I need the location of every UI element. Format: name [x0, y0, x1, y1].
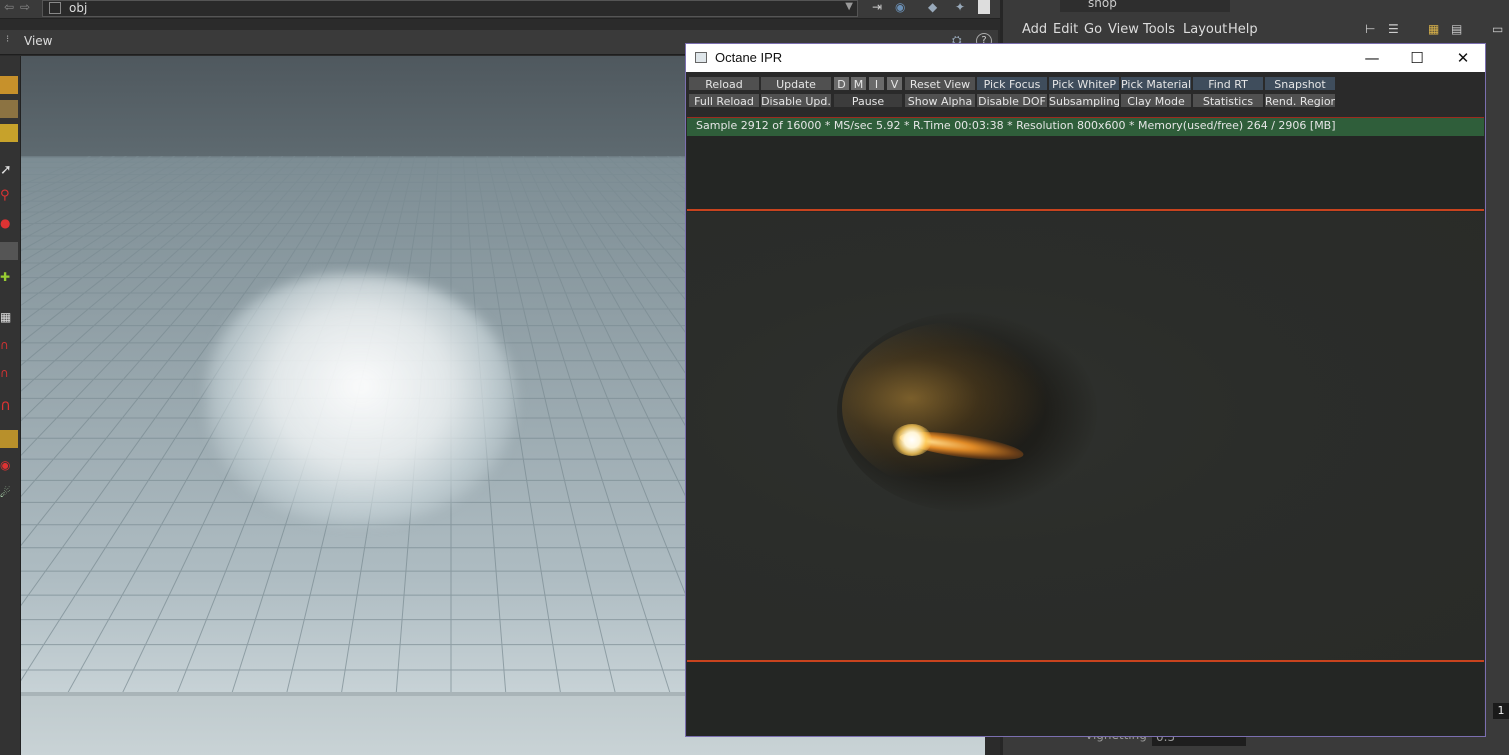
menu-view[interactable]: View [1108, 22, 1139, 37]
spark-particles [842, 322, 1072, 492]
maximize-button[interactable]: ☐ [1395, 46, 1439, 70]
octane-title: Octane IPR [715, 50, 783, 65]
disable-update-button[interactable]: Disable Upd. [760, 93, 832, 108]
mode-i-button[interactable]: I [868, 76, 885, 91]
render-status-bar: Sample 2912 of 16000 * MS/sec 5.92 * R.T… [687, 117, 1484, 136]
octane-titlebar[interactable]: Octane IPR — ☐ ✕ [686, 44, 1485, 72]
rotate-tool-icon[interactable] [0, 242, 18, 260]
statistics-button[interactable]: Statistics [1192, 93, 1264, 108]
list-view-icon[interactable]: ☰ [1388, 22, 1399, 36]
forward-arrow-icon[interactable]: ⇨ [20, 0, 30, 14]
octane-toolbar: Reload Update D M I V Reset View Pick Fo… [686, 72, 1485, 114]
render-viewport[interactable] [687, 136, 1484, 736]
subsampling-button[interactable]: Subsampling [1048, 93, 1120, 108]
bend-tool-icon[interactable]: ∩ [0, 366, 18, 384]
find-rt-button[interactable]: Find RT [1192, 76, 1264, 91]
snapshot-button[interactable]: Snapshot [1264, 76, 1336, 91]
mode-d-button[interactable]: D [833, 76, 850, 91]
update-button[interactable]: Update [760, 76, 832, 91]
path-label: shop [1088, 0, 1117, 10]
show-alpha-button[interactable]: Show Alpha [904, 93, 976, 108]
render-region-button[interactable]: Rend. Region [1264, 93, 1336, 108]
back-arrow-icon[interactable]: ⇦ [4, 0, 14, 14]
network-menubar: Add Edit Go View Tools Layout Help ⊢ ☰ ▦… [1010, 19, 1509, 43]
mode-m-button[interactable]: M [850, 76, 867, 91]
volume-cloud [206, 274, 516, 524]
handle-tool-icon[interactable] [0, 76, 18, 94]
magnet-tool-icon[interactable]: ∩ [0, 396, 18, 414]
reload-button[interactable]: Reload [688, 76, 760, 91]
magnify-tool-icon[interactable]: ⚲ [0, 188, 18, 206]
octane-ipr-window: Octane IPR — ☐ ✕ Reload Update D M I V R… [685, 43, 1486, 737]
select-tool-icon[interactable]: ➚ [0, 162, 18, 180]
scale-tool-icon[interactable] [0, 124, 18, 142]
network-icon [49, 2, 61, 14]
detail-view-icon[interactable]: ▤ [1451, 22, 1462, 36]
camera-icon[interactable]: ◉ [895, 0, 905, 14]
pick-material-button[interactable]: Pick Material [1120, 76, 1192, 91]
view-menu-icon[interactable]: ⁝ [6, 34, 9, 45]
region-top-line [687, 209, 1484, 211]
display-icon[interactable] [978, 0, 990, 14]
clay-mode-button[interactable]: Clay Mode [1120, 93, 1192, 108]
pin-icon[interactable]: ⇥ [872, 0, 882, 14]
window-app-icon [695, 52, 707, 63]
pause-button[interactable]: Pause [833, 93, 903, 108]
menu-help[interactable]: Help [1228, 22, 1258, 37]
menu-go[interactable]: Go [1084, 22, 1102, 37]
network-path-field[interactable]: shop [1060, 0, 1230, 12]
pane-menu-icon[interactable]: ▭ [1492, 22, 1503, 36]
menu-tools[interactable]: Tools [1143, 22, 1175, 37]
fireball-core [892, 424, 932, 456]
region-bottom-line [687, 660, 1484, 662]
minimize-button[interactable]: — [1350, 46, 1394, 70]
curve-tool-icon[interactable]: ∩ [0, 338, 18, 356]
tree-view-icon[interactable]: ⊢ [1365, 22, 1375, 36]
path-text: obj [69, 1, 88, 15]
viewport-label: View [24, 34, 53, 48]
record-tool-icon[interactable]: ◉ [0, 458, 18, 476]
path-bar: ⇦ ⇨ obj ▼ ⇥ ◉ ◆ ✦ [0, 0, 1000, 19]
settings-tool-icon[interactable] [0, 430, 18, 448]
move-tool-icon[interactable] [0, 100, 18, 118]
render-tool-icon[interactable]: ☄ [0, 486, 18, 504]
disable-dof-button[interactable]: Disable DOF [976, 93, 1048, 108]
render-image [687, 212, 1484, 660]
corner-badge: 1 [1493, 703, 1509, 719]
snap-tool-icon[interactable]: ▦ [0, 310, 18, 328]
grid-view-icon[interactable]: ▦ [1428, 22, 1439, 36]
menu-add[interactable]: Add [1022, 22, 1047, 37]
reset-view-button[interactable]: Reset View [904, 76, 976, 91]
close-button[interactable]: ✕ [1441, 46, 1485, 70]
menu-edit[interactable]: Edit [1053, 22, 1078, 37]
pick-whitepoint-button[interactable]: Pick WhiteP [1048, 76, 1120, 91]
menu-layout[interactable]: Layout [1183, 22, 1227, 37]
render-status-text: Sample 2912 of 16000 * MS/sec 5.92 * R.T… [696, 119, 1336, 132]
left-toolbar: ➚ ⚲ ● ✚ ▦ ∩ ∩ ∩ ◉ ☄ [0, 56, 21, 755]
path-field[interactable]: obj ▼ [42, 0, 858, 17]
pick-focus-button[interactable]: Pick Focus [976, 76, 1048, 91]
full-reload-button[interactable]: Full Reload [688, 93, 760, 108]
object-icon[interactable]: ◆ [928, 0, 937, 14]
chevron-down-icon[interactable]: ▼ [845, 1, 853, 12]
light-icon[interactable]: ✦ [955, 0, 965, 14]
paint-tool-icon[interactable]: ● [0, 216, 18, 234]
transform-tool-icon[interactable]: ✚ [0, 270, 18, 288]
mode-v-button[interactable]: V [886, 76, 903, 91]
